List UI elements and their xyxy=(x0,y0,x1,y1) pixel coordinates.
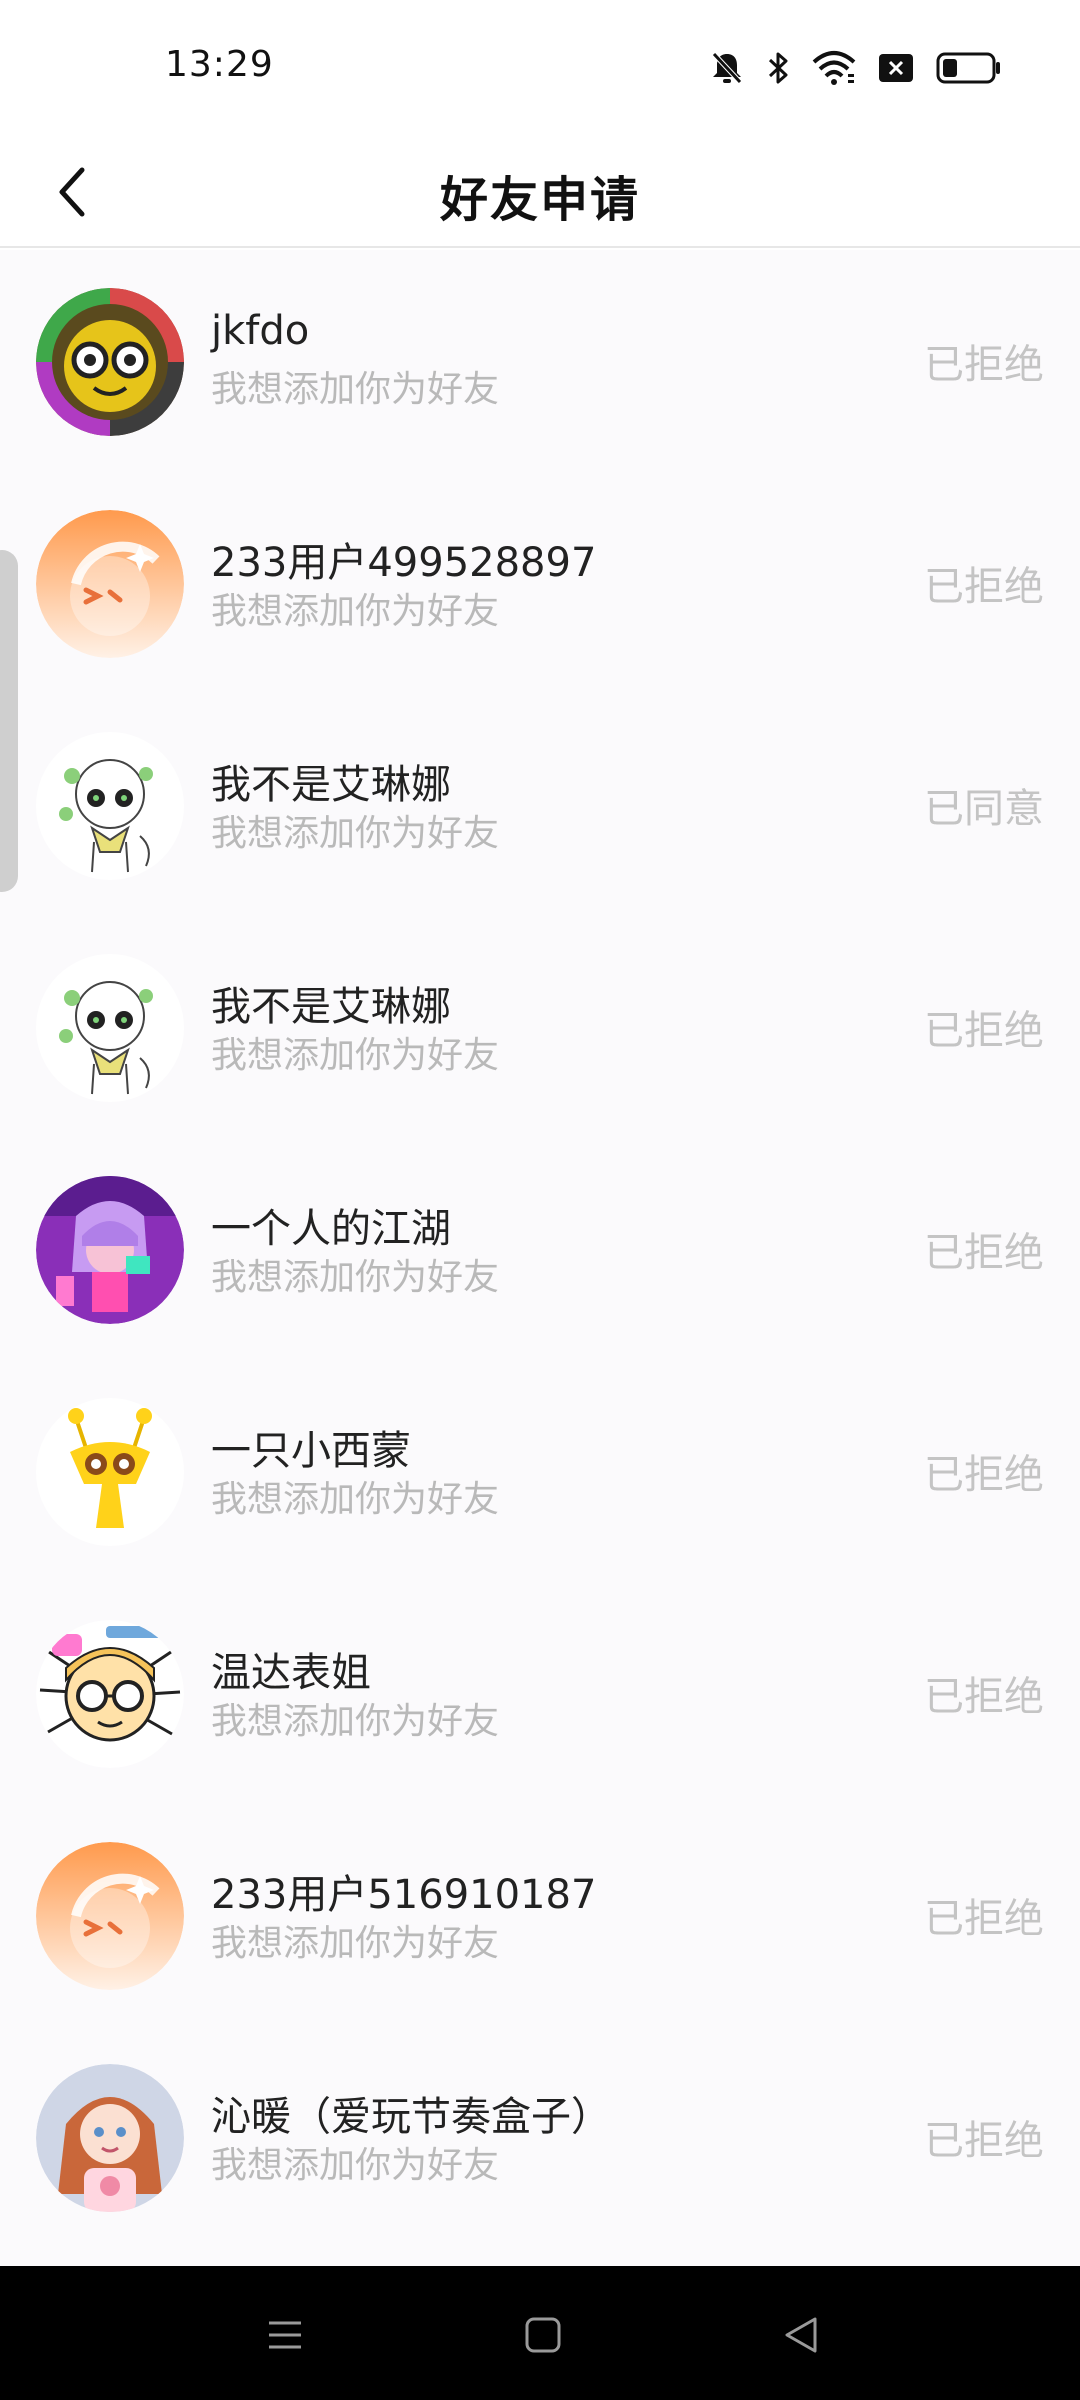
request-message: 我想添加你为好友 xyxy=(211,591,500,632)
requester-name: 温达表姐 xyxy=(211,1650,371,1696)
header: 好友申请 xyxy=(0,136,1080,248)
back-nav-button[interactable] xyxy=(766,2300,836,2370)
request-row[interactable]: 我不是艾琳娜 我想添加你为好友 已同意 xyxy=(0,694,1080,916)
status-icons xyxy=(710,46,1002,90)
avatar[interactable] xyxy=(36,1176,184,1324)
request-status: 已拒绝 xyxy=(924,1896,1044,1942)
request-row[interactable]: 我不是艾琳娜 我想添加你为好友 已拒绝 xyxy=(0,916,1080,1138)
request-message: 我想添加你为好友 xyxy=(211,1257,500,1298)
request-row[interactable]: 一个人的江湖 我想添加你为好友 已拒绝 xyxy=(0,1138,1080,1360)
request-status: 已拒绝 xyxy=(924,1008,1044,1054)
wifi-icon xyxy=(812,50,856,86)
request-message: 我想添加你为好友 xyxy=(211,2145,500,2186)
requester-name: jkfdo xyxy=(211,308,310,354)
avatar[interactable] xyxy=(36,2064,184,2212)
request-status: 已拒绝 xyxy=(924,1230,1044,1276)
request-status: 已同意 xyxy=(924,786,1044,832)
requester-name: 233用户499528897 xyxy=(211,540,597,586)
avatar[interactable] xyxy=(36,1620,184,1768)
avatar[interactable] xyxy=(36,288,184,436)
requester-name: 一个人的江湖 xyxy=(211,1206,451,1252)
request-status: 已拒绝 xyxy=(924,564,1044,610)
request-status: 已拒绝 xyxy=(924,1674,1044,1720)
avatar[interactable] xyxy=(36,1398,184,1546)
page-title: 好友申请 xyxy=(439,172,640,228)
back-triangle-icon xyxy=(785,2317,817,2353)
sim-blocked-icon xyxy=(878,53,914,83)
request-row[interactable]: 233用户516910187 我想添加你为好友 已拒绝 xyxy=(0,1804,1080,2026)
requester-name: 沁暖（爱玩节奏盒子） xyxy=(211,2094,611,2140)
menu-button[interactable] xyxy=(250,2300,320,2370)
home-button[interactable] xyxy=(508,2300,578,2370)
navigation-bar xyxy=(0,2266,1080,2400)
request-row[interactable]: 沁暖（爱玩节奏盒子） 我想添加你为好友 已拒绝 xyxy=(0,2026,1080,2248)
avatar[interactable] xyxy=(36,954,184,1102)
menu-icon xyxy=(269,2321,301,2349)
request-row[interactable]: jkfdo 我想添加你为好友 已拒绝 xyxy=(0,250,1080,472)
bluetooth-icon xyxy=(766,50,790,86)
requester-name: 233用户516910187 xyxy=(211,1872,597,1918)
request-status: 已拒绝 xyxy=(924,342,1044,388)
request-message: 我想添加你为好友 xyxy=(211,813,500,854)
request-row[interactable]: 一只小西蒙 我想添加你为好友 已拒绝 xyxy=(0,1360,1080,1582)
request-status: 已拒绝 xyxy=(924,2118,1044,2164)
requester-name: 我不是艾琳娜 xyxy=(211,762,451,808)
request-status: 已拒绝 xyxy=(924,1452,1044,1498)
request-row[interactable]: 233用户499528897 我想添加你为好友 已拒绝 xyxy=(0,472,1080,694)
request-message: 我想添加你为好友 xyxy=(211,1923,500,1964)
status-bar: 13:29 xyxy=(0,0,1080,136)
requester-name: 一只小西蒙 xyxy=(211,1428,411,1474)
request-message: 我想添加你为好友 xyxy=(211,1035,500,1076)
bell-muted-icon xyxy=(710,50,744,86)
home-icon xyxy=(525,2317,561,2353)
avatar[interactable] xyxy=(36,732,184,880)
friend-request-list[interactable]: jkfdo 我想添加你为好友 已拒绝 233用户499528897 我想添加你为… xyxy=(0,250,1080,2266)
status-time: 13:29 xyxy=(165,44,274,85)
request-message: 我想添加你为好友 xyxy=(211,1701,500,1742)
request-message: 我想添加你为好友 xyxy=(211,369,500,410)
request-row[interactable]: 温达表姐 我想添加你为好友 已拒绝 xyxy=(0,1582,1080,1804)
avatar[interactable] xyxy=(36,1842,184,1990)
avatar[interactable] xyxy=(36,510,184,658)
request-message: 我想添加你为好友 xyxy=(211,1479,500,1520)
battery-icon xyxy=(936,52,1002,84)
requester-name: 我不是艾琳娜 xyxy=(211,984,451,1030)
